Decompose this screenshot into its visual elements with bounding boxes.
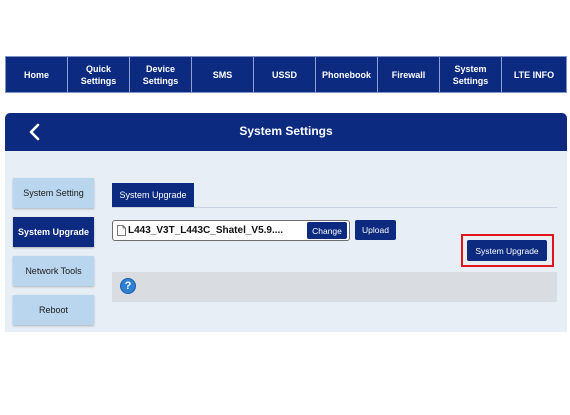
nav-quick-settings[interactable]: Quick Settings [68,57,130,92]
nav-system-settings[interactable]: System Settings [440,57,502,92]
page-title: System Settings [239,124,333,138]
nav-sms[interactable]: SMS [192,57,254,92]
sidebar-item-system-upgrade[interactable]: System Upgrade [13,217,94,247]
content-panel: System Setting System Upgrade Network To… [5,151,567,332]
nav-home[interactable]: Home [6,57,68,92]
file-input[interactable]: L443_V3T_L443C_Shatel_V5.9.... Change [112,220,350,241]
main-area: System Upgrade L443_V3T_L443C_Shatel_V5.… [112,177,557,329]
upload-button[interactable]: Upload [355,220,396,240]
sidebar-item-network-tools[interactable]: Network Tools [13,256,94,286]
nav-lte-info[interactable]: LTE INFO [502,57,566,92]
page-header: System Settings [5,113,567,151]
nav-device-settings-label: Device Settings [142,63,179,86]
file-icon [117,225,126,236]
file-name-value: L443_V3T_L443C_Shatel_V5.9.... [128,225,284,236]
change-button[interactable]: Change [307,222,347,239]
nav-quick-settings-label: Quick Settings [80,63,117,86]
tab-divider [112,207,557,208]
nav-phonebook[interactable]: Phonebook [316,57,378,92]
sidebar-item-reboot[interactable]: Reboot [13,295,94,325]
nav-firewall[interactable]: Firewall [378,57,440,92]
question-circle-icon[interactable]: ? [120,278,136,294]
nav-device-settings[interactable]: Device Settings [130,57,192,92]
top-nav-bar: Home Quick Settings Device Settings SMS … [5,56,567,93]
system-upgrade-button[interactable]: System Upgrade [467,240,547,261]
nav-ussd[interactable]: USSD [254,57,316,92]
tab-system-upgrade[interactable]: System Upgrade [112,183,194,207]
help-bar: ? [112,272,557,302]
sidebar-item-system-setting[interactable]: System Setting [13,178,94,208]
nav-system-settings-label: System Settings [452,63,489,86]
